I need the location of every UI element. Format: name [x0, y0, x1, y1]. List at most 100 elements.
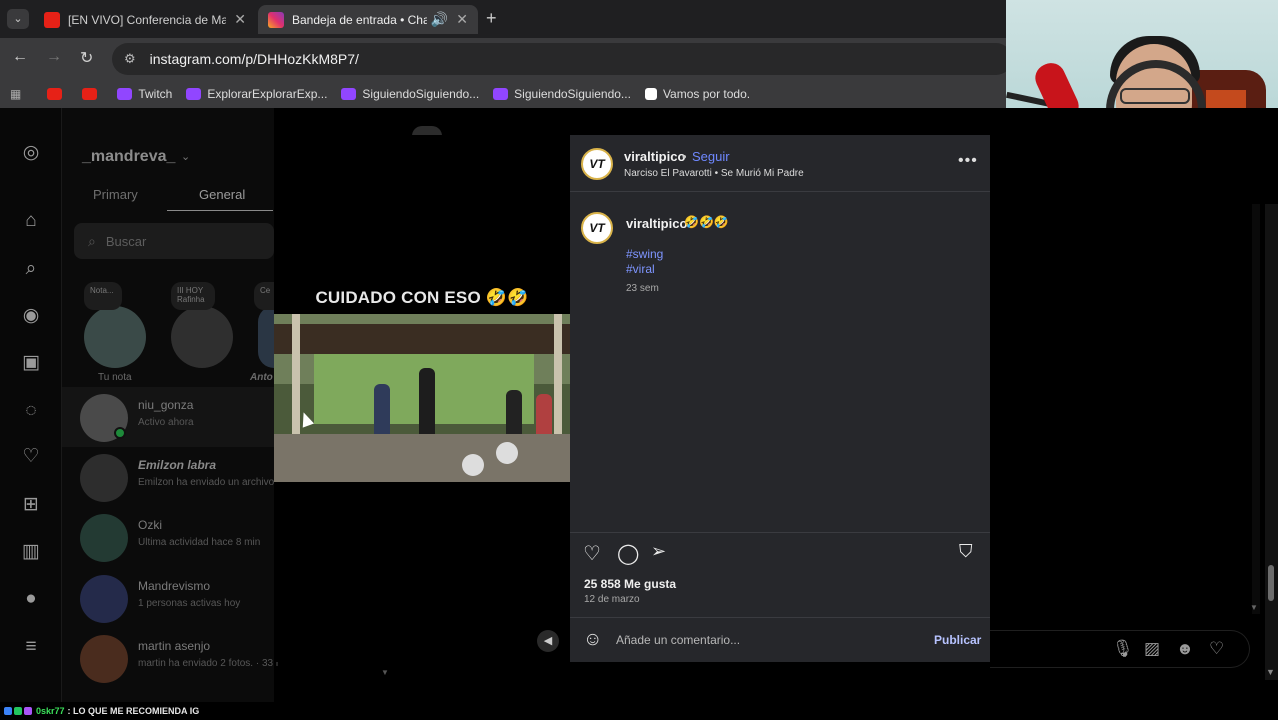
- avatar: [80, 635, 128, 683]
- twitch-icon: [341, 88, 357, 100]
- chat-item[interactable]: Emilzon labra Emilzon ha enviado un arch…: [62, 447, 274, 507]
- profile-icon[interactable]: ●: [19, 587, 43, 611]
- inner-scrollbar[interactable]: [1252, 204, 1260, 614]
- browser-tab-instagram[interactable]: Bandeja de entrada • Chats 🔊 ✕: [258, 5, 478, 34]
- video-drum: [462, 454, 484, 476]
- bookmark-save-icon[interactable]: ⛉: [959, 541, 973, 562]
- home-icon[interactable]: ⌂: [19, 209, 43, 233]
- badge-icon: [24, 707, 32, 715]
- apps-grid-icon[interactable]: ▦: [10, 87, 21, 101]
- inbox-username[interactable]: _mandreva_: [82, 148, 175, 166]
- hashtag-swing[interactable]: #swing: [626, 247, 663, 261]
- chat-subtitle: Activo ahora: [138, 417, 194, 428]
- avatar: [80, 454, 128, 502]
- close-tab-icon[interactable]: ✕: [456, 11, 468, 28]
- scroll-down-icon[interactable]: ▼: [1266, 667, 1275, 677]
- create-icon[interactable]: ⊞: [19, 493, 43, 517]
- scroll-down-icon[interactable]: ▼: [1250, 603, 1258, 612]
- forward-icon[interactable]: →: [46, 48, 62, 66]
- chevron-down-icon[interactable]: ⌄: [181, 150, 190, 163]
- caption-emoji: 🤣🤣🤣: [684, 215, 729, 229]
- bookmark-youtube-1[interactable]: [47, 88, 68, 100]
- story-avatar[interactable]: [171, 306, 233, 368]
- browser-toolbar: ← → ↻ ⚙ instagram.com/p/DHHozKkM8P7/: [0, 38, 1012, 80]
- bookmark-x[interactable]: Vamos por todo.: [644, 87, 751, 101]
- hashtag-viral[interactable]: #viral: [626, 262, 655, 276]
- reels-icon[interactable]: ▣: [19, 351, 43, 375]
- microphone-icon[interactable]: 🎙: [1112, 639, 1134, 659]
- messenger-icon[interactable]: ◌: [19, 399, 43, 423]
- volume-icon[interactable]: ◀: [537, 630, 559, 652]
- explore-icon[interactable]: ◉: [19, 304, 43, 328]
- inbox-search-input[interactable]: ⌕ Buscar: [74, 223, 274, 259]
- new-tab-button[interactable]: +: [486, 8, 497, 29]
- x-icon: [644, 88, 657, 100]
- more-options-icon[interactable]: •••: [958, 152, 978, 170]
- author-avatar[interactable]: VT: [581, 148, 613, 180]
- tab-general[interactable]: General: [199, 187, 245, 202]
- tab-primary[interactable]: Primary: [93, 187, 138, 202]
- address-bar[interactable]: ⚙ instagram.com/p/DHHozKkM8P7/: [112, 43, 1012, 75]
- follow-button[interactable]: Seguir: [692, 149, 730, 164]
- bookmark-twitch[interactable]: Twitch: [117, 87, 172, 101]
- scrollbar-thumb[interactable]: [1268, 565, 1274, 601]
- image-icon[interactable]: ▨: [1144, 639, 1160, 659]
- badge-icon: [14, 707, 22, 715]
- emoji-icon[interactable]: ☺: [583, 629, 602, 651]
- chat-name: Mandrevismo: [138, 579, 211, 593]
- close-tab-icon[interactable]: ✕: [234, 11, 246, 28]
- sticker-icon[interactable]: ☻: [1176, 639, 1194, 659]
- bookmark-siguiendo-1[interactable]: SiguiendoSiguiendo...: [341, 87, 479, 101]
- caption-username[interactable]: viraltipico: [626, 216, 687, 231]
- twitch-icon: [186, 88, 202, 100]
- chat-name: martin asenjo: [138, 639, 211, 653]
- note-bubble: Ce: [254, 282, 274, 310]
- site-info-icon[interactable]: ⚙: [124, 51, 136, 67]
- comment-icon[interactable]: ◯: [617, 541, 639, 566]
- dashboard-icon[interactable]: ▥: [19, 540, 43, 564]
- tab-title: [EN VIVO] Conferencia de Marc: [68, 12, 227, 27]
- tab-search-dropdown-icon[interactable]: ⌄: [7, 9, 29, 29]
- tab-title: Bandeja de entrada • Chats: [292, 12, 427, 27]
- twitch-icon: [493, 88, 509, 100]
- chat-item[interactable]: niu_gonza Activo ahora: [62, 387, 274, 447]
- search-placeholder: Buscar: [105, 233, 147, 249]
- chat-item[interactable]: Mandrevismo 1 personas activas hoy: [62, 568, 274, 628]
- stream-chat-ticker: 0skr77 : LO QUE ME RECOMIENDA IG: [0, 702, 1278, 720]
- bookmark-youtube-2[interactable]: [82, 88, 103, 100]
- search-icon[interactable]: ⌕: [19, 257, 43, 281]
- audio-track-link[interactable]: Narciso El Pavarotti • Se Murió Mi Padre: [624, 168, 804, 179]
- reload-icon[interactable]: ↻: [80, 48, 93, 68]
- chat-item[interactable]: Ozki Última actividad hace 8 min: [62, 507, 274, 567]
- story-avatar-own[interactable]: [84, 306, 146, 368]
- twitch-icon: [117, 88, 133, 100]
- author-username[interactable]: viraltipico: [624, 149, 685, 164]
- separator-dot: •: [682, 149, 687, 164]
- post-video[interactable]: [274, 314, 570, 482]
- url-text: instagram.com/p/DHHozKkM8P7/: [149, 51, 359, 67]
- video-caption-text: CUIDADO CON ESO 🤣🤣: [315, 288, 529, 307]
- caption-author-avatar[interactable]: VT: [581, 212, 613, 244]
- likes-count[interactable]: 25 858 Me gusta: [584, 577, 676, 591]
- browser-tab-youtube[interactable]: [EN VIVO] Conferencia de Marc ✕: [34, 5, 256, 34]
- bookmark-label: Vamos por todo.: [662, 87, 751, 101]
- like-icon[interactable]: ♡: [583, 541, 601, 566]
- bookmark-siguiendo-2[interactable]: SiguiendoSiguiendo...: [493, 87, 631, 101]
- page-scrollbar[interactable]: [1265, 204, 1278, 680]
- heart-icon[interactable]: ♡: [19, 445, 43, 469]
- publish-button[interactable]: Publicar: [934, 633, 981, 647]
- menu-icon[interactable]: ≡: [19, 635, 43, 659]
- heart-icon[interactable]: ♡: [1209, 639, 1224, 659]
- scroll-down-icon[interactable]: ▼: [381, 668, 389, 677]
- tab-audio-icon[interactable]: 🔊: [431, 11, 448, 28]
- comment-input[interactable]: [616, 630, 916, 650]
- story-avatar[interactable]: [258, 306, 274, 368]
- instagram-nav-rail: ◎ ⌂ ⌕ ◉ ▣ ◌ ♡ ⊞ ▥ ● ≡: [0, 108, 62, 720]
- share-icon[interactable]: ➢: [651, 541, 666, 562]
- instagram-logo-icon[interactable]: ◎: [19, 141, 43, 165]
- avatar: [80, 575, 128, 623]
- bookmark-explorar[interactable]: ExplorarExplorarExp...: [186, 87, 327, 101]
- chat-item[interactable]: martin asenjo martin ha enviado 2 fotos.…: [62, 628, 278, 688]
- back-icon[interactable]: ←: [12, 48, 28, 66]
- chat-name: niu_gonza: [138, 398, 194, 412]
